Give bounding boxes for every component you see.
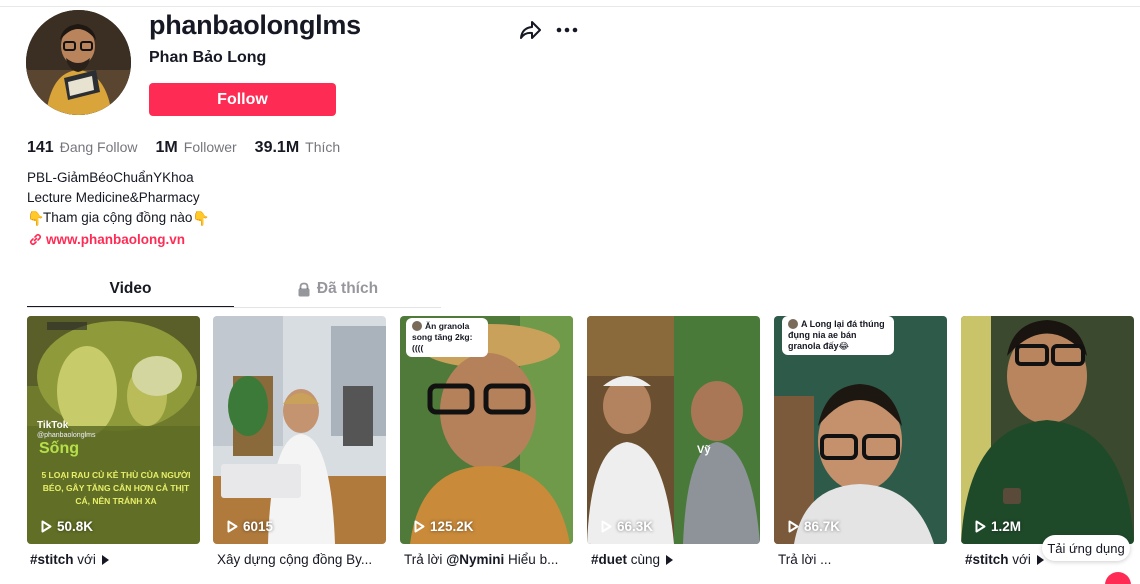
stat-value: 39.1M [254,139,300,156]
caption-text: Trả lời ... [778,552,832,567]
video-card[interactable]: A Long lại đá thúng đụng nia ae bán gran… [774,316,947,544]
video-card[interactable]: 6015 [213,316,386,544]
link-icon [29,233,42,246]
view-count: 6015 [227,519,273,534]
caption-prefix: Trả lời [404,552,447,567]
caption-mention[interactable]: @Nymini [446,552,504,567]
overlay-name: Vỹ [697,444,711,456]
overlay-text: 5 LOẠI RAU CỦ KẺ THÙ CỦA NGƯỜI BÉO, GÂY … [41,470,191,506]
view-count: 50.8K [41,519,93,534]
caption-hashtag[interactable]: #stitch [965,552,1009,567]
more-icon [556,27,578,33]
stat-label: Thích [305,139,341,155]
pointing-down-emoji: 👇 [27,210,45,226]
play-arrow-icon [1036,555,1044,565]
play-arrow-icon [665,555,673,565]
commenter-avatar [788,319,798,329]
view-count: 86.7K [788,519,840,534]
video-thumbnail [213,316,386,544]
bio-line: Lecture Medicine&Pharmacy [27,190,200,205]
bio-link-text: www.phanbaolong.vn [46,232,185,247]
profile-stats: 141 Đang Follow 1M Follower 39.1M Thích [27,139,358,157]
video-card[interactable]: TikTok @phanbaolonglms Sống 5 LOẠI RAU C… [27,316,200,544]
tab-liked-label: Đã thích [316,280,379,297]
video-caption[interactable]: Trả lời ... [778,552,946,567]
stat-value: 141 [27,139,54,156]
caption-text: Xây dựng cộng đồng By... [217,552,373,567]
tab-liked[interactable]: Đã thích [234,272,441,306]
stat-label: Đang Follow [59,139,138,155]
play-icon [41,520,52,533]
caption-hashtag[interactable]: #stitch [30,552,74,567]
pointing-down-emoji: 👇 [192,210,210,226]
lock-icon [298,282,310,296]
view-count-value: 6015 [243,519,274,534]
bio-line: 👇 Tham gia cộng đồng nào 👇 [27,208,210,228]
video-card[interactable]: Ăn granola song tăng 2kg:(((( 125.2K [400,316,573,544]
view-count-value: 86.7K [804,519,841,534]
top-divider [0,6,1140,7]
caption-text: cùng [627,552,661,567]
caption-text: Hiểu b... [504,552,559,567]
profile-bio: PBL-GiảmBéoChuẩnYKhoa Lecture Medicine&P… [27,168,210,228]
video-caption[interactable]: Xây dựng cộng đồng By... [217,552,385,567]
play-icon [975,520,986,533]
stat-followers[interactable]: 1M Follower [156,139,237,157]
view-count-value: 66.3K [617,519,654,534]
reply-bubble: Ăn granola song tăng 2kg:(((( [406,318,488,357]
get-app-button[interactable]: Tải ứng dụng [1042,535,1130,561]
bio-line-text: Tham gia cộng đồng nào [43,210,193,225]
view-count: 125.2K [414,519,474,534]
tab-video[interactable]: Video [27,272,234,306]
caption-text: với [73,552,96,567]
play-arrow-icon [101,555,109,565]
play-icon [227,520,238,533]
bio-line: PBL-GiảmBéoChuẩnYKhoa [27,170,194,185]
share-button[interactable] [519,19,541,41]
profile-username: phanbaolonglms [149,10,361,40]
overlay-word: Sống [39,440,79,457]
video-card[interactable]: 1.2M [961,316,1134,544]
view-count-value: 50.8K [57,519,94,534]
view-count: 1.2M [975,519,1021,534]
caption-text: với [1008,552,1031,567]
video-caption[interactable]: #stitch với [30,552,198,567]
video-caption[interactable]: #stitch với [965,552,1045,567]
stat-value: 1M [155,139,178,156]
video-caption[interactable]: #duet cùng [591,552,759,567]
view-count-value: 125.2K [430,519,474,534]
share-icon [519,20,541,39]
video-card[interactable]: Vỹ 66.3K [587,316,760,544]
follow-button[interactable]: Follow [149,83,336,116]
watermark-handle: @phanbaolonglms [37,432,96,439]
view-count: 66.3K [601,519,653,534]
video-caption[interactable]: Trả lời @Nymini Hiểu b... [404,552,572,567]
play-icon [414,520,425,533]
profile-tabs: Video Đã thích [27,272,441,308]
tiktok-watermark: TikTok [37,420,69,431]
view-count-value: 1.2M [991,519,1022,534]
reply-bubble-text: A Long lại đá thúng đụng nia ae bán gran… [788,319,885,351]
play-icon [788,520,799,533]
play-icon [601,520,612,533]
caption-hashtag[interactable]: #duet [591,552,627,567]
avatar[interactable] [26,10,131,115]
stat-following[interactable]: 141 Đang Follow [27,139,138,157]
video-thumbnail [961,316,1134,544]
tab-video-label: Video [109,280,152,297]
commenter-avatar [412,321,422,331]
reply-bubble: A Long lại đá thúng đụng nia ae bán gran… [782,316,894,355]
tabs-divider [27,307,441,308]
stat-label: Follower [183,139,237,155]
bio-link[interactable]: www.phanbaolong.vn [29,232,185,247]
video-thumbnail [587,316,760,544]
profile-nickname: Phan Bảo Long [149,49,267,66]
scroll-to-top-button[interactable] [1105,572,1131,584]
stat-likes: 39.1M Thích [255,139,340,157]
more-options-button[interactable] [555,19,579,41]
